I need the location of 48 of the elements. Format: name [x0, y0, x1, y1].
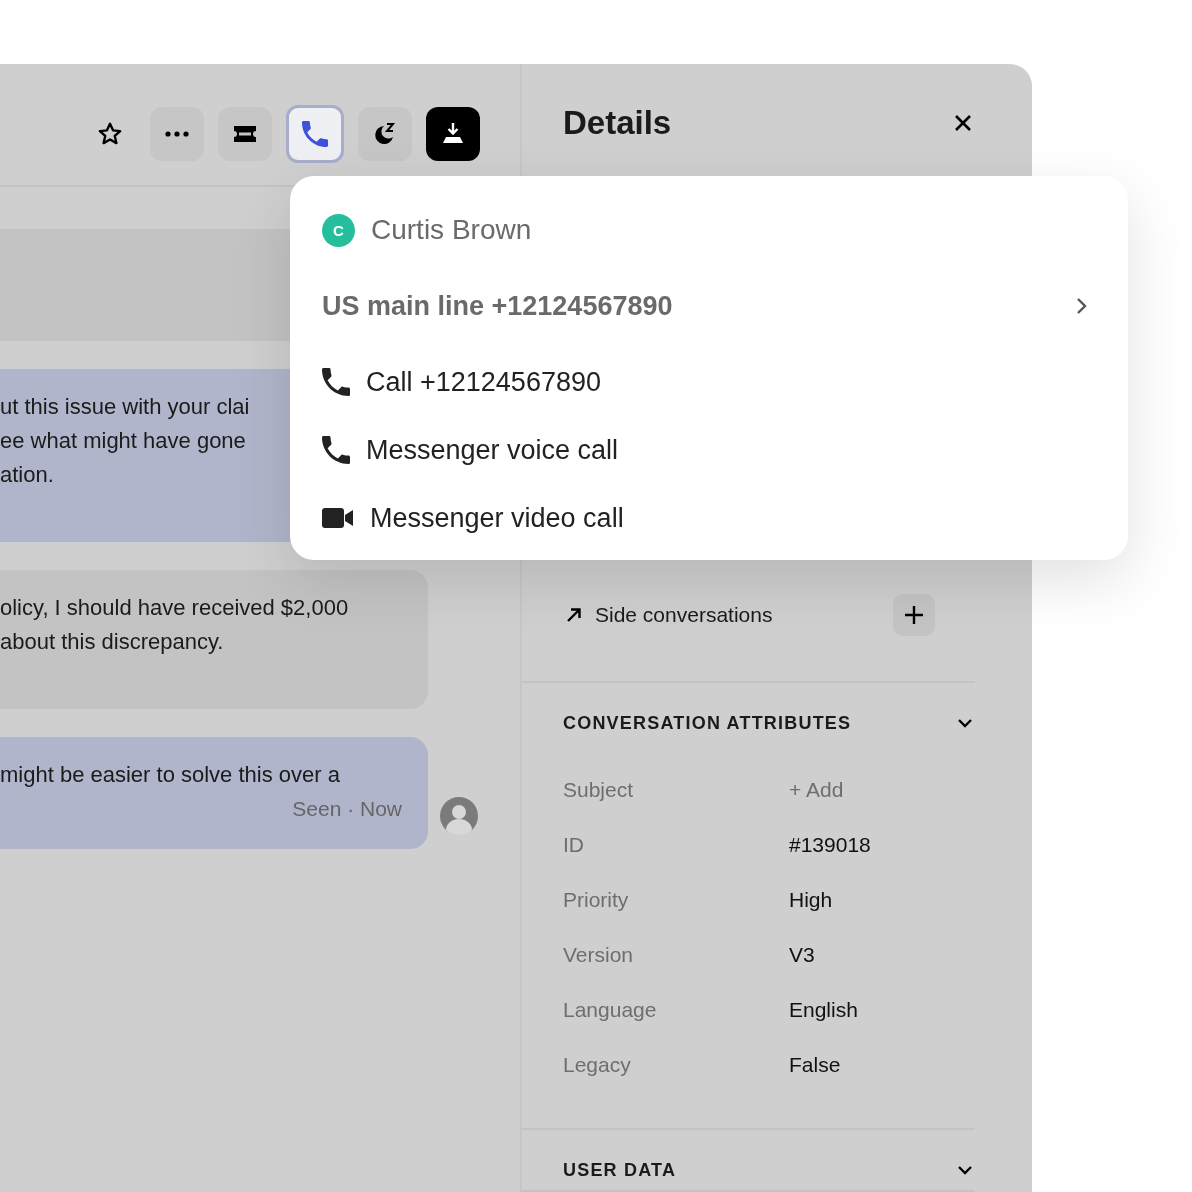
plus-icon	[904, 605, 924, 626]
more-button[interactable]	[150, 107, 204, 161]
chevron-down-icon[interactable]	[957, 1165, 973, 1175]
attribute-label: Language	[563, 998, 658, 1022]
attribute-value: False	[789, 1053, 841, 1077]
more-icon	[165, 131, 189, 137]
attribute-label: ID	[563, 833, 585, 857]
attribute-label: Subject	[563, 778, 635, 802]
call-option[interactable]: Messenger video call	[322, 484, 1088, 552]
avatar	[440, 797, 478, 835]
snooze-button[interactable]	[358, 107, 412, 161]
chevron-down-icon[interactable]	[957, 718, 973, 728]
attribute-label: Legacy	[563, 1053, 632, 1077]
message-line: might be easier to solve this over a	[0, 761, 340, 789]
ticket-icon	[232, 124, 258, 144]
message-line: ut this issue with your clai	[0, 393, 250, 421]
star-icon	[97, 121, 123, 147]
section-title[interactable]: CONVERSATION ATTRIBUTES	[563, 712, 852, 734]
message-line: ation.	[0, 461, 54, 489]
message-status: Seen · Now	[292, 796, 402, 822]
attribute-label: Version	[563, 943, 635, 967]
ticket-button[interactable]	[218, 107, 272, 161]
download-button[interactable]	[426, 107, 480, 161]
section-title[interactable]: USER DATA	[563, 1159, 677, 1181]
message-line: olicy, I should have received $2,000	[0, 594, 349, 622]
call-option[interactable]: Messenger voice call	[322, 416, 1088, 484]
message-line: ee what might have gone	[0, 427, 246, 455]
contact-avatar: C	[322, 213, 355, 247]
call-option[interactable]: Call +12124567890	[322, 348, 1088, 416]
chevron-right-icon	[1076, 297, 1088, 315]
attribute-value: English	[789, 998, 858, 1022]
attribute-label: Priority	[563, 888, 630, 912]
attribute-value: V3	[789, 943, 815, 967]
moon-icon	[372, 121, 398, 147]
message-line: about this discrepancy.	[0, 628, 224, 656]
phone-line-item[interactable]: US main line +12124567890	[322, 264, 1088, 348]
phone-icon	[322, 368, 350, 396]
phone-icon	[322, 436, 350, 464]
call-button[interactable]	[286, 105, 344, 163]
video-camera-icon	[322, 507, 354, 529]
attribute-value: High	[789, 888, 833, 912]
contact-name: Curtis Brown	[371, 214, 532, 246]
phone-icon	[302, 121, 328, 147]
attribute-value: #139018	[789, 833, 871, 857]
panel-title: Details	[563, 103, 672, 142]
close-icon[interactable]	[953, 112, 973, 133]
side-conversations-label[interactable]: Side conversations	[595, 603, 773, 628]
add-button[interactable]	[893, 594, 935, 637]
